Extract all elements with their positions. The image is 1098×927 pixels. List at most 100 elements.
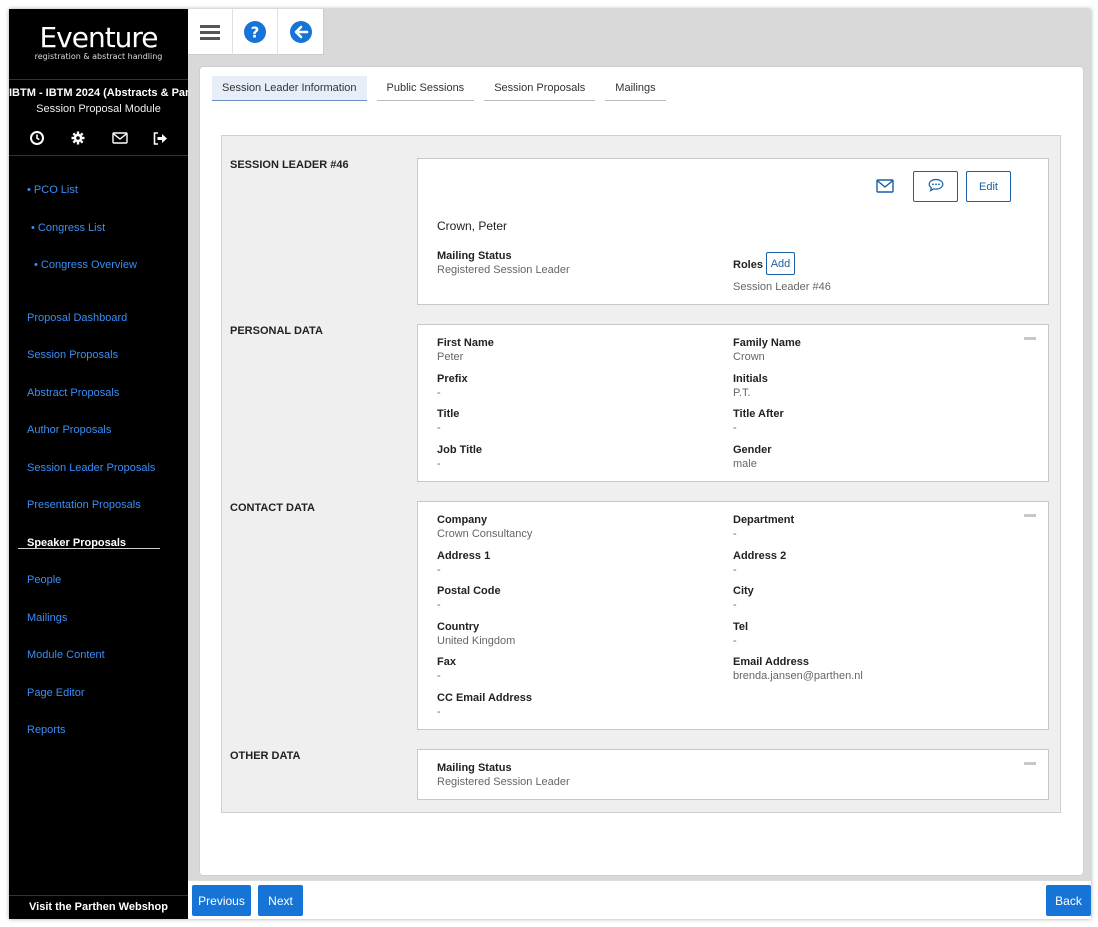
job-title-value: - <box>437 458 441 470</box>
add-role-button[interactable]: Add <box>766 252 795 275</box>
roles-label: Roles <box>733 259 763 271</box>
section-label-contact-data: CONTACT DATA <box>230 502 315 514</box>
tel-value: - <box>733 635 737 647</box>
mail-icon[interactable] <box>111 130 128 146</box>
leader-name: Crown, Peter <box>437 219 508 233</box>
comment-icon <box>928 178 944 195</box>
mailing-status-value: Registered Session Leader <box>437 264 570 276</box>
brand-tagline: registration & abstract handling <box>34 52 163 61</box>
session-leader-box: Edit Crown, Peter Mailing Status Registe… <box>417 158 1049 305</box>
sidebar-icon-bar <box>29 130 169 146</box>
nav-module-content[interactable]: Module Content <box>27 649 105 661</box>
nav-congress-list[interactable]: • Congress List <box>31 222 105 234</box>
nav-abstract-proposals[interactable]: Abstract Proposals <box>27 387 119 399</box>
module-name: Session Proposal Module <box>36 103 161 115</box>
prefix-label: Prefix <box>437 373 468 385</box>
svg-text:?: ? <box>251 24 260 42</box>
email-label: Email Address <box>733 656 810 668</box>
title-after-value: - <box>733 422 737 434</box>
family-name-label: Family Name <box>733 337 801 349</box>
tab-mailings[interactable]: Mailings <box>605 76 666 101</box>
fax-label: Fax <box>437 656 456 668</box>
nav-pco-list[interactable]: • PCO List <box>27 184 78 196</box>
other-mailing-status-label: Mailing Status <box>437 762 512 774</box>
city-label: City <box>733 585 754 597</box>
cc-email-value: - <box>437 706 441 718</box>
collapse-icon[interactable] <box>1024 514 1036 517</box>
other-mailing-status-value: Registered Session Leader <box>437 776 570 788</box>
nav-session-proposals[interactable]: Session Proposals <box>27 349 118 361</box>
previous-button[interactable]: Previous <box>192 885 251 916</box>
nav-presentation-proposals[interactable]: Presentation Proposals <box>27 499 141 511</box>
comment-button[interactable] <box>913 171 958 202</box>
address1-value: - <box>437 564 441 576</box>
clock-icon[interactable] <box>29 130 45 146</box>
title-after-label: Title After <box>733 408 784 420</box>
nav-mailings[interactable]: Mailings <box>27 612 67 624</box>
family-name-value: Crown <box>733 351 765 363</box>
tel-label: Tel <box>733 621 749 633</box>
active-nav-underline <box>18 548 160 549</box>
postal-code-value: - <box>437 599 441 611</box>
webshop-link[interactable]: Visit the Parthen Webshop <box>9 901 188 913</box>
help-icon[interactable]: ? <box>233 9 278 55</box>
fax-value: - <box>437 670 441 682</box>
nav-congress-overview[interactable]: • Congress Overview <box>34 259 137 271</box>
section-label-personal-data: PERSONAL DATA <box>230 325 323 337</box>
company-label: Company <box>437 514 488 526</box>
role-value: Session Leader #46 <box>733 281 831 293</box>
gear-icon[interactable] <box>70 130 86 146</box>
next-button[interactable]: Next <box>258 885 303 916</box>
country-label: Country <box>437 621 480 633</box>
tab-session-leader-information[interactable]: Session Leader Information <box>212 76 367 101</box>
top-toolbar: ? <box>188 9 324 55</box>
email-value: brenda.jansen@parthen.nl <box>733 670 863 682</box>
edit-button[interactable]: Edit <box>966 171 1011 202</box>
address2-value: - <box>733 564 737 576</box>
collapse-icon[interactable] <box>1024 337 1036 340</box>
department-label: Department <box>733 514 795 526</box>
initials-value: P.T. <box>733 387 751 399</box>
tab-bar: Session Leader Information Public Sessio… <box>212 76 676 101</box>
nav-author-proposals[interactable]: Author Proposals <box>27 424 111 436</box>
address1-label: Address 1 <box>437 550 491 562</box>
menu-icon[interactable] <box>188 9 233 55</box>
job-title-label: Job Title <box>437 444 483 456</box>
logo[interactable]: Eventure registration & abstract handlin… <box>9 23 188 62</box>
postal-code-label: Postal Code <box>437 585 501 597</box>
first-name-value: Peter <box>437 351 464 363</box>
tab-public-sessions[interactable]: Public Sessions <box>376 76 475 101</box>
mailing-status-label: Mailing Status <box>437 250 512 262</box>
logout-icon[interactable] <box>153 130 169 146</box>
city-value: - <box>733 599 737 611</box>
address2-label: Address 2 <box>733 550 787 562</box>
section-label-session-leader: SESSION LEADER #46 <box>230 159 349 171</box>
nav-session-leader-proposals[interactable]: Session Leader Proposals <box>27 462 155 474</box>
back-arrow-icon[interactable] <box>278 9 323 55</box>
section-label-other-data: OTHER DATA <box>230 750 301 762</box>
nav-page-editor[interactable]: Page Editor <box>27 687 84 699</box>
congress-name: IBTM - IBTM 2024 (Abstracts & Par... <box>9 87 188 99</box>
back-button[interactable]: Back <box>1046 885 1091 916</box>
company-value: Crown Consultancy <box>437 528 533 540</box>
department-value: - <box>733 528 737 540</box>
title-value: - <box>437 422 441 434</box>
nav-proposal-dashboard[interactable]: Proposal Dashboard <box>27 312 127 324</box>
initials-label: Initials <box>733 373 768 385</box>
nav-people[interactable]: People <box>27 574 61 586</box>
other-data-box: Mailing Status Registered Session Leader <box>417 749 1049 800</box>
nav-reports[interactable]: Reports <box>27 724 66 736</box>
tab-session-proposals[interactable]: Session Proposals <box>484 76 596 101</box>
collapse-icon[interactable] <box>1024 762 1036 765</box>
mail-icon[interactable] <box>876 179 896 195</box>
prefix-value: - <box>437 387 441 399</box>
divider <box>9 155 188 156</box>
personal-data-box: First Name Peter Family Name Crown Prefi… <box>417 324 1049 482</box>
divider <box>9 79 188 80</box>
gender-value: male <box>733 458 757 470</box>
title-label: Title <box>437 408 460 420</box>
cc-email-label: CC Email Address <box>437 692 532 704</box>
first-name-label: First Name <box>437 337 494 349</box>
gender-label: Gender <box>733 444 772 456</box>
footer-bar <box>188 880 1091 919</box>
